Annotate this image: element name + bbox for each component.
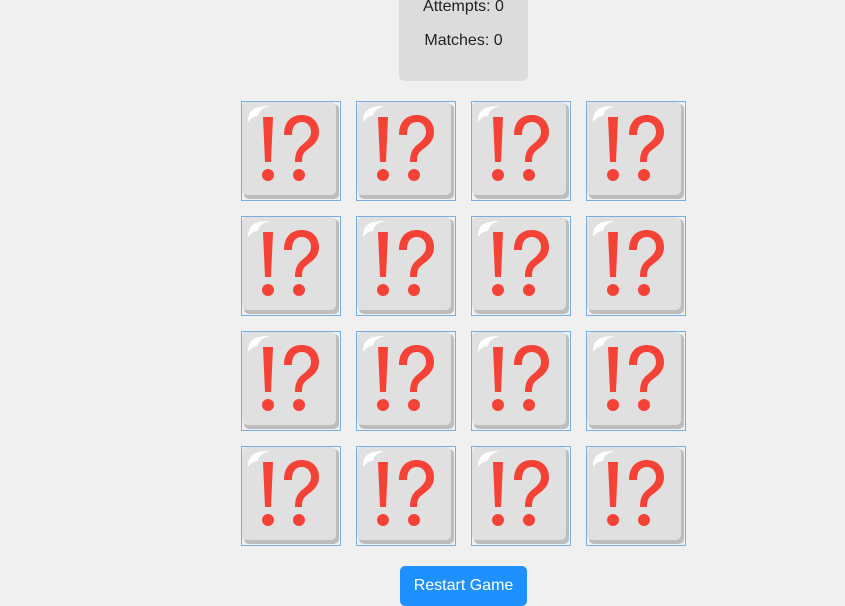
exclamation-question-mark-icon bbox=[242, 217, 340, 315]
card-5[interactable] bbox=[241, 216, 341, 316]
card-4[interactable] bbox=[586, 101, 686, 201]
exclamation-question-mark-icon bbox=[472, 332, 570, 430]
card-3[interactable] bbox=[471, 101, 571, 201]
exclamation-question-mark-icon bbox=[357, 332, 455, 430]
card-9[interactable] bbox=[241, 331, 341, 431]
exclamation-question-mark-icon bbox=[472, 102, 570, 200]
exclamation-question-mark-icon bbox=[587, 102, 685, 200]
card-14[interactable] bbox=[356, 446, 456, 546]
exclamation-question-mark-icon bbox=[472, 447, 570, 545]
card-16[interactable] bbox=[586, 446, 686, 546]
card-1[interactable] bbox=[241, 101, 341, 201]
card-13[interactable] bbox=[241, 446, 341, 546]
exclamation-question-mark-icon bbox=[587, 447, 685, 545]
stats-panel: Attempts: 0 Matches: 0 bbox=[399, 0, 528, 81]
exclamation-question-mark-icon bbox=[242, 447, 340, 545]
card-10[interactable] bbox=[356, 331, 456, 431]
attempts-counter: Attempts: 0 bbox=[423, 0, 504, 15]
card-2[interactable] bbox=[356, 101, 456, 201]
exclamation-question-mark-icon bbox=[357, 447, 455, 545]
matches-counter: Matches: 0 bbox=[424, 32, 503, 49]
exclamation-question-mark-icon bbox=[242, 332, 340, 430]
exclamation-question-mark-icon bbox=[242, 102, 340, 200]
exclamation-question-mark-icon bbox=[357, 217, 455, 315]
exclamation-question-mark-icon bbox=[357, 102, 455, 200]
card-8[interactable] bbox=[586, 216, 686, 316]
restart-game-button[interactable]: Restart Game bbox=[400, 566, 527, 606]
card-grid bbox=[241, 101, 686, 546]
exclamation-question-mark-icon bbox=[587, 217, 685, 315]
exclamation-question-mark-icon bbox=[472, 217, 570, 315]
exclamation-question-mark-icon bbox=[587, 332, 685, 430]
card-15[interactable] bbox=[471, 446, 571, 546]
card-6[interactable] bbox=[356, 216, 456, 316]
card-12[interactable] bbox=[586, 331, 686, 431]
card-11[interactable] bbox=[471, 331, 571, 431]
card-7[interactable] bbox=[471, 216, 571, 316]
